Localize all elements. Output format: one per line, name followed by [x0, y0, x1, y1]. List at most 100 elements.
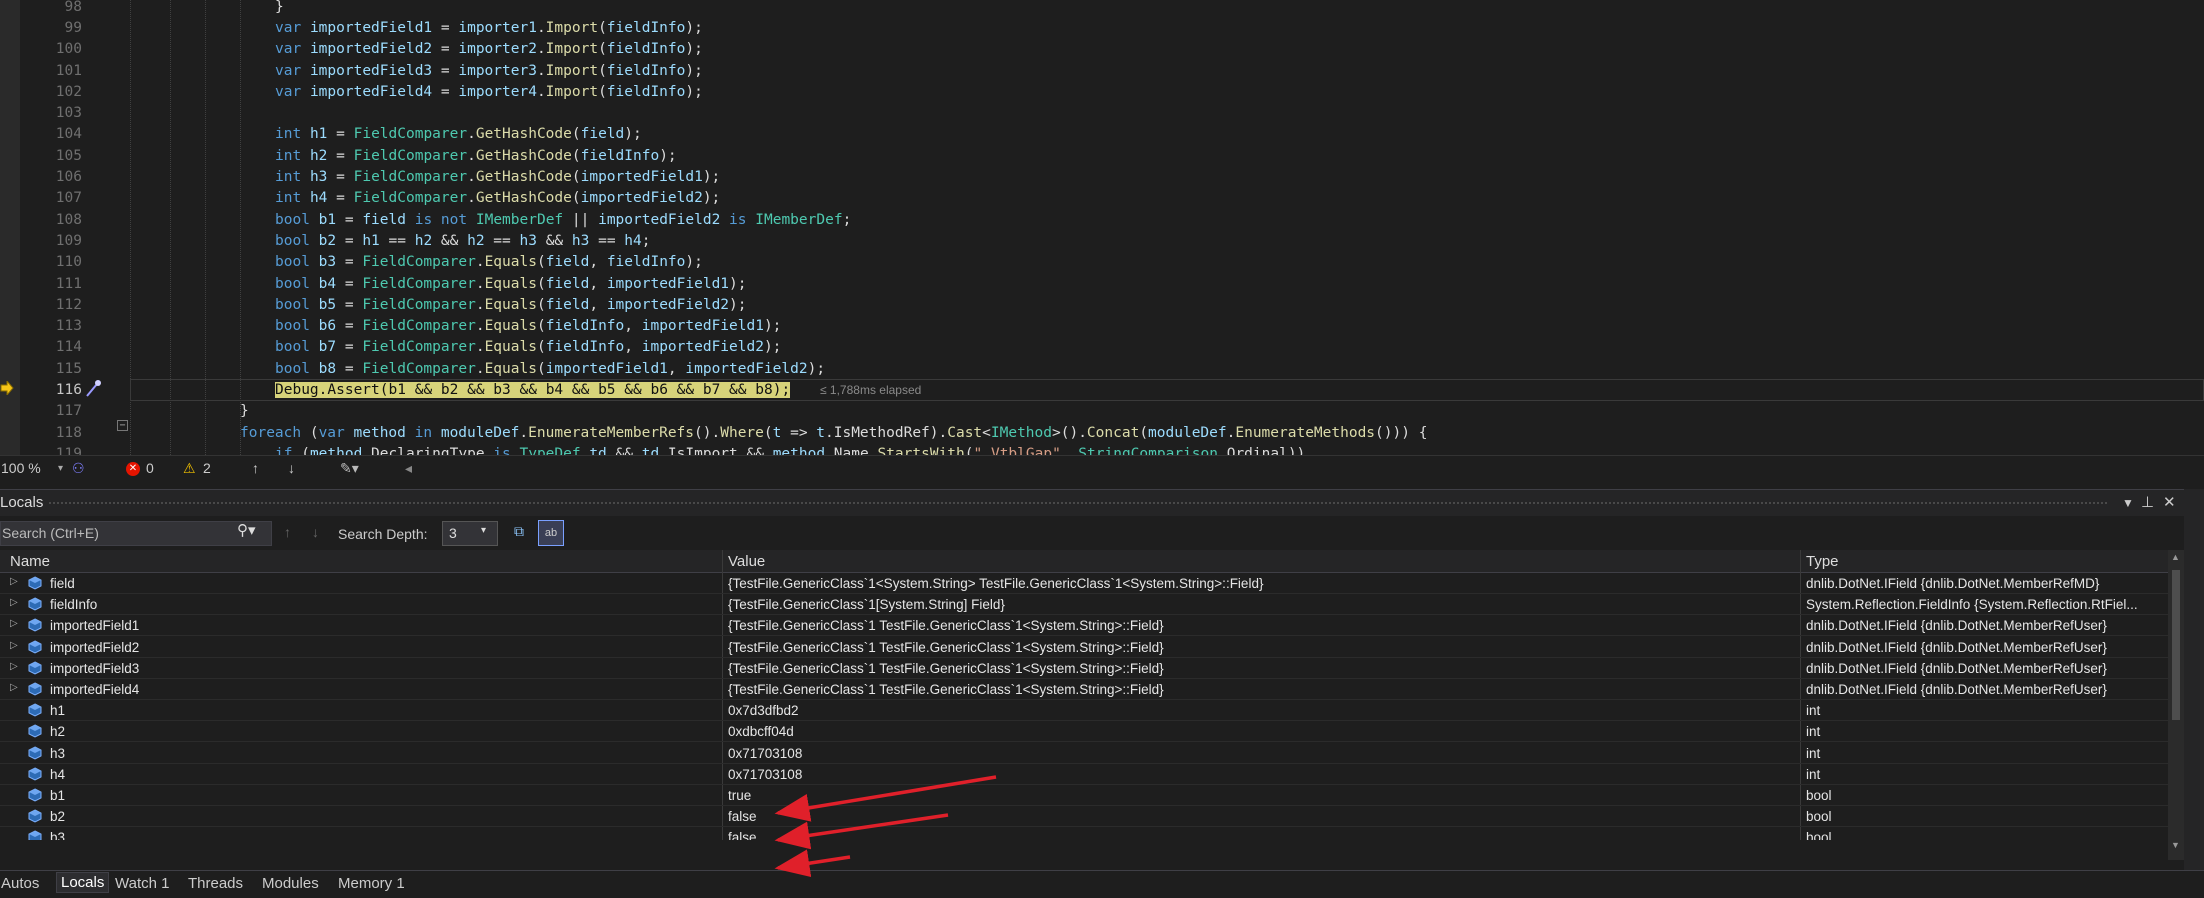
code-editor[interactable]: 98} 99 var importedField1 = importer1.Impo… — [0, 0, 2204, 455]
scrollbar-thumb[interactable] — [2172, 570, 2180, 720]
code-line[interactable]: 114 bool b7 = FieldComparer.Equals(fieldI… — [0, 337, 2204, 358]
collapse-toggle-icon[interactable]: − — [117, 420, 128, 431]
local-value[interactable]: {TestFile.GenericClass`1 TestFile.Generi… — [728, 640, 1164, 655]
local-name: b3 — [50, 830, 66, 840]
expand-icon[interactable]: ▷ — [10, 661, 18, 672]
code-text: int h4 = FieldComparer.GetHashCode(impor… — [275, 190, 721, 207]
tab-autos[interactable]: Autos — [1, 875, 39, 892]
search-icon[interactable]: ⚲▾ — [237, 521, 256, 539]
locals-row[interactable]: ▷ importedField2 {TestFile.GenericClass`1 … — [0, 637, 2168, 658]
next-issue-icon[interactable]: ↓ — [288, 460, 295, 476]
copilot-icon[interactable]: ⚇ — [72, 460, 85, 477]
scroll-down-icon[interactable]: ▼ — [2171, 840, 2180, 850]
locals-row[interactable]: b2 false bool — [0, 806, 2168, 828]
code-line[interactable]: 110 bool b3 = FieldComparer.Equals(field,… — [0, 252, 2204, 273]
perf-tip-elapsed[interactable]: ≤ 1,788ms elapsed — [820, 383, 921, 397]
local-name: h1 — [50, 703, 66, 719]
code-line[interactable]: 98} — [0, 0, 2204, 17]
code-line[interactable]: 99 var importedField1 = importer1.Import(… — [0, 17, 2204, 38]
local-value[interactable]: {TestFile.GenericClass`1[System.String] … — [728, 597, 1005, 612]
tab-watch-1[interactable]: Watch 1 — [115, 875, 169, 892]
quick-actions-brush-icon[interactable] — [83, 380, 103, 398]
view-options-icon[interactable]: ⧉ — [514, 523, 524, 540]
locals-row[interactable]: ▷ importedField4 {TestFile.GenericClass`1 … — [0, 679, 2168, 700]
code-line[interactable]: 113 bool b6 = FieldComparer.Equals(fieldI… — [0, 316, 2204, 337]
code-line[interactable]: 101 var importedField3 = importer3.Import… — [0, 60, 2204, 81]
scroll-up-icon[interactable]: ▲ — [2171, 552, 2180, 562]
cleanup-brush-icon[interactable]: ✎▾ — [340, 460, 359, 477]
code-line[interactable]: 100 var importedField2 = importer2.Import… — [0, 39, 2204, 60]
locals-row[interactable]: h1 0x7d3dfbd2 int — [0, 700, 2168, 722]
code-line[interactable]: 111 bool b4 = FieldComparer.Equals(field,… — [0, 273, 2204, 294]
local-value[interactable]: {TestFile.GenericClass`1 TestFile.Generi… — [728, 661, 1164, 676]
locals-row[interactable]: ▷ fieldInfo {TestFile.GenericClass`1[Syste… — [0, 594, 2168, 616]
code-line[interactable]: 117} — [0, 401, 2204, 422]
pin-icon[interactable]: ⊥ — [2141, 493, 2154, 511]
hexadecimal-display-toggle-icon[interactable]: ab — [538, 520, 564, 546]
local-value[interactable]: 0xdbcff04d — [728, 724, 794, 739]
local-name: importedField1 — [50, 618, 140, 634]
locals-row[interactable]: ▷ field {TestFile.GenericClass`1<System.St… — [0, 573, 2168, 594]
local-value[interactable]: 0x71703108 — [728, 746, 802, 761]
local-name: field — [50, 576, 75, 591]
code-line[interactable]: 102 var importedField4 = importer4.Import… — [0, 81, 2204, 102]
warning-count[interactable]: 2 — [203, 460, 211, 476]
code-line[interactable]: 109 bool b2 = h1 == h2 && h2 == h3 && h3 … — [0, 230, 2204, 251]
code-line[interactable]: 105 int h2 = FieldComparer.GetHashCode(fi… — [0, 145, 2204, 166]
search-input[interactable]: Search (Ctrl+E) — [0, 521, 272, 546]
code-line[interactable]: 115 bool b8 = FieldComparer.Equals(import… — [0, 358, 2204, 379]
local-value[interactable]: 0x71703108 — [728, 767, 802, 782]
local-value[interactable]: true — [728, 788, 751, 803]
search-next-icon[interactable]: ↓ — [312, 524, 319, 540]
tab-threads[interactable]: Threads — [188, 875, 243, 892]
expand-icon[interactable]: ▷ — [10, 597, 18, 608]
search-previous-icon[interactable]: ↑ — [284, 524, 291, 540]
code-line[interactable]: 119 if (method.DeclaringType is TypeDef t… — [0, 443, 2204, 455]
locals-row[interactable]: b1 true bool — [0, 785, 2168, 806]
locals-row[interactable]: ▷ importedField3 {TestFile.GenericClass`1 … — [0, 658, 2168, 679]
previous-issue-icon[interactable]: ↑ — [252, 460, 259, 476]
column-header-name[interactable]: Name — [10, 553, 50, 570]
code-line[interactable]: 116 Debug.Assert(b1 && b2 && b3 && b4 && … — [0, 379, 2204, 401]
scroll-left-icon[interactable]: ◂ — [405, 460, 412, 477]
window-position-dropdown-icon[interactable]: ▼ — [2122, 496, 2134, 510]
code-line[interactable]: 106 int h3 = FieldComparer.GetHashCode(im… — [0, 166, 2204, 187]
error-count[interactable]: 0 — [146, 460, 154, 476]
line-number: 117 — [55, 403, 82, 420]
zoom-level[interactable]: 100 % — [1, 460, 41, 476]
local-value[interactable]: false — [728, 809, 757, 824]
expand-icon[interactable]: ▷ — [10, 576, 18, 587]
column-header-type[interactable]: Type — [1806, 553, 1839, 570]
tab-modules[interactable]: Modules — [262, 875, 319, 892]
warning-icon[interactable]: ⚠ — [183, 460, 196, 477]
tab-locals[interactable]: Locals — [56, 872, 110, 893]
tab-memory-1[interactable]: Memory 1 — [338, 875, 405, 892]
locals-title-bar[interactable]: Locals ▼ ⊥ ✕ — [0, 490, 2204, 516]
code-line[interactable]: 112 bool b5 = FieldComparer.Equals(field,… — [0, 294, 2204, 315]
locals-row[interactable]: b3 false bool — [0, 827, 2168, 840]
locals-row[interactable]: ▷ importedField1 {TestFile.GenericClass`1 … — [0, 615, 2168, 637]
code-line[interactable]: 103 — [0, 103, 2204, 124]
locals-row[interactable]: h4 0x71703108 int — [0, 764, 2168, 785]
expand-icon[interactable]: ▷ — [10, 640, 18, 651]
code-line[interactable]: 118 foreach (var method in moduleDef.Enum… — [0, 422, 2204, 443]
local-value[interactable]: {TestFile.GenericClass`1 TestFile.Generi… — [728, 618, 1164, 633]
local-value[interactable]: {TestFile.GenericClass`1 TestFile.Generi… — [728, 682, 1164, 697]
expand-icon[interactable]: ▷ — [10, 682, 18, 693]
local-value[interactable]: {TestFile.GenericClass`1<System.String> … — [728, 576, 1263, 591]
column-header-value[interactable]: Value — [728, 553, 765, 570]
close-icon[interactable]: ✕ — [2163, 493, 2176, 511]
code-line[interactable]: 104 int h1 = FieldComparer.GetHashCode(fi… — [0, 124, 2204, 145]
local-value[interactable]: false — [728, 830, 757, 840]
vertical-scrollbar[interactable]: ▲ ▼ — [2168, 550, 2184, 860]
local-value[interactable]: 0x7d3dfbd2 — [728, 703, 799, 718]
expand-icon[interactable]: ▷ — [10, 618, 18, 629]
error-icon[interactable]: ✕ — [126, 462, 140, 476]
locals-row[interactable]: h2 0xdbcff04d int — [0, 721, 2168, 743]
zoom-dropdown-icon[interactable]: ▾ — [58, 463, 63, 474]
code-line[interactable]: 107 int h4 = FieldComparer.GetHashCode(im… — [0, 188, 2204, 209]
local-type: int — [1806, 766, 1821, 782]
code-line[interactable]: 108 bool b1 = field is not IMemberDef || … — [0, 209, 2204, 230]
locals-row[interactable]: h3 0x71703108 int — [0, 743, 2168, 764]
search-depth-select[interactable]: 3 ▾ — [442, 521, 498, 546]
